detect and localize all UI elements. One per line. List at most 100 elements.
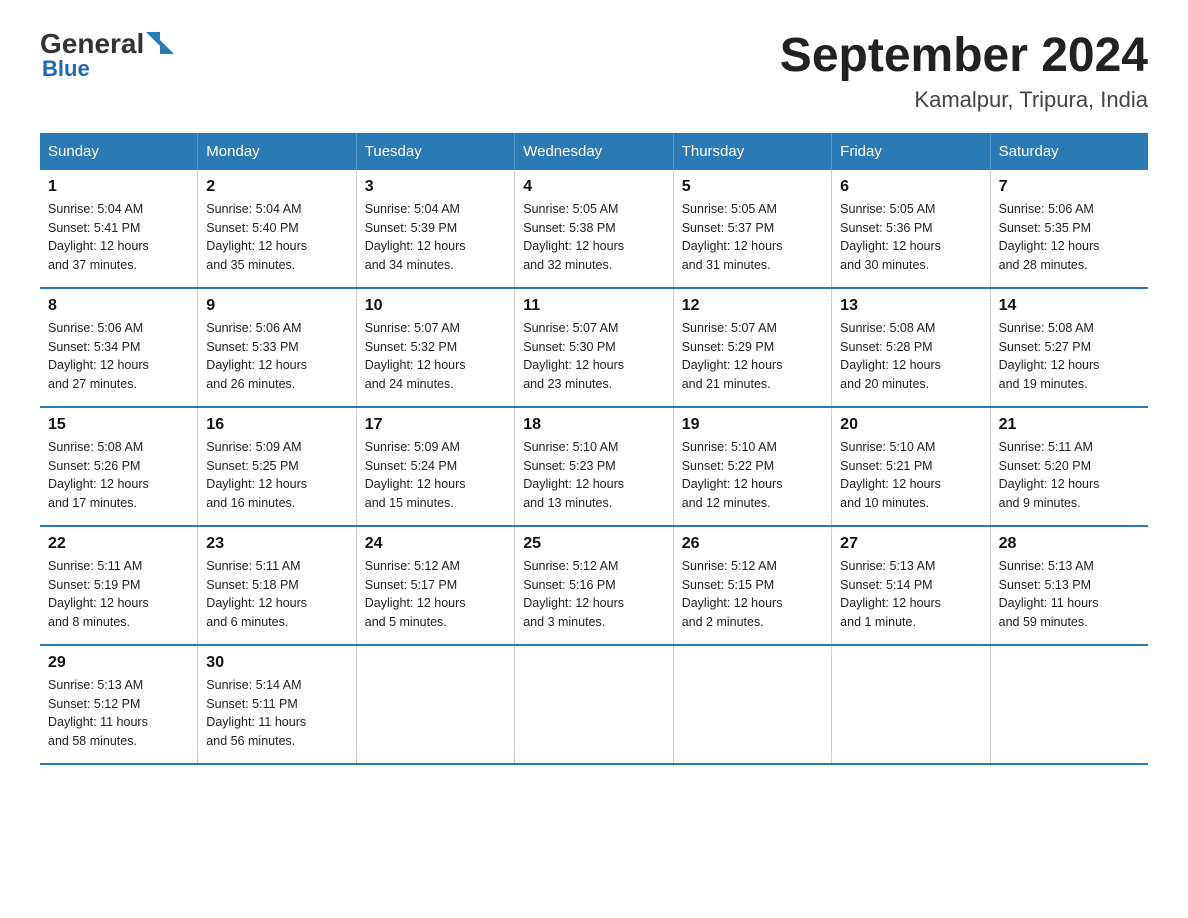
calendar-cell: 16 Sunrise: 5:09 AMSunset: 5:25 PMDaylig… bbox=[198, 407, 356, 526]
calendar-cell: 8 Sunrise: 5:06 AMSunset: 5:34 PMDayligh… bbox=[40, 288, 198, 407]
logo-triangle2-icon bbox=[160, 40, 174, 54]
calendar-header-row: SundayMondayTuesdayWednesdayThursdayFrid… bbox=[40, 133, 1148, 170]
day-info: Sunrise: 5:13 AMSunset: 5:14 PMDaylight:… bbox=[840, 557, 981, 632]
calendar-week-row: 15 Sunrise: 5:08 AMSunset: 5:26 PMDaylig… bbox=[40, 407, 1148, 526]
day-number: 19 bbox=[682, 416, 823, 434]
day-info: Sunrise: 5:11 AMSunset: 5:20 PMDaylight:… bbox=[999, 438, 1140, 513]
day-number: 7 bbox=[999, 178, 1140, 196]
day-info: Sunrise: 5:04 AMSunset: 5:39 PMDaylight:… bbox=[365, 200, 506, 275]
calendar-cell: 22 Sunrise: 5:11 AMSunset: 5:19 PMDaylig… bbox=[40, 526, 198, 645]
calendar-cell: 19 Sunrise: 5:10 AMSunset: 5:22 PMDaylig… bbox=[673, 407, 831, 526]
day-number: 24 bbox=[365, 535, 506, 553]
day-info: Sunrise: 5:06 AMSunset: 5:35 PMDaylight:… bbox=[999, 200, 1140, 275]
day-info: Sunrise: 5:12 AMSunset: 5:15 PMDaylight:… bbox=[682, 557, 823, 632]
calendar-cell: 21 Sunrise: 5:11 AMSunset: 5:20 PMDaylig… bbox=[990, 407, 1148, 526]
day-number: 9 bbox=[206, 297, 347, 315]
weekday-header-saturday: Saturday bbox=[990, 133, 1148, 170]
day-info: Sunrise: 5:09 AMSunset: 5:24 PMDaylight:… bbox=[365, 438, 506, 513]
page-header: General Blue September 2024 Kamalpur, Tr… bbox=[40, 30, 1148, 113]
day-number: 23 bbox=[206, 535, 347, 553]
day-number: 10 bbox=[365, 297, 506, 315]
calendar-cell: 11 Sunrise: 5:07 AMSunset: 5:30 PMDaylig… bbox=[515, 288, 673, 407]
calendar-cell bbox=[356, 645, 514, 764]
calendar-cell: 2 Sunrise: 5:04 AMSunset: 5:40 PMDayligh… bbox=[198, 170, 356, 288]
day-number: 12 bbox=[682, 297, 823, 315]
day-number: 4 bbox=[523, 178, 664, 196]
day-info: Sunrise: 5:05 AMSunset: 5:38 PMDaylight:… bbox=[523, 200, 664, 275]
calendar-cell: 4 Sunrise: 5:05 AMSunset: 5:38 PMDayligh… bbox=[515, 170, 673, 288]
calendar-cell bbox=[673, 645, 831, 764]
calendar-cell: 3 Sunrise: 5:04 AMSunset: 5:39 PMDayligh… bbox=[356, 170, 514, 288]
calendar-table: SundayMondayTuesdayWednesdayThursdayFrid… bbox=[40, 133, 1148, 765]
day-info: Sunrise: 5:07 AMSunset: 5:30 PMDaylight:… bbox=[523, 319, 664, 394]
calendar-cell: 14 Sunrise: 5:08 AMSunset: 5:27 PMDaylig… bbox=[990, 288, 1148, 407]
calendar-cell: 20 Sunrise: 5:10 AMSunset: 5:21 PMDaylig… bbox=[832, 407, 990, 526]
calendar-cell: 5 Sunrise: 5:05 AMSunset: 5:37 PMDayligh… bbox=[673, 170, 831, 288]
day-number: 3 bbox=[365, 178, 506, 196]
day-info: Sunrise: 5:07 AMSunset: 5:32 PMDaylight:… bbox=[365, 319, 506, 394]
day-info: Sunrise: 5:11 AMSunset: 5:18 PMDaylight:… bbox=[206, 557, 347, 632]
day-info: Sunrise: 5:04 AMSunset: 5:40 PMDaylight:… bbox=[206, 200, 347, 275]
day-number: 2 bbox=[206, 178, 347, 196]
calendar-cell: 12 Sunrise: 5:07 AMSunset: 5:29 PMDaylig… bbox=[673, 288, 831, 407]
day-info: Sunrise: 5:04 AMSunset: 5:41 PMDaylight:… bbox=[48, 200, 189, 275]
calendar-cell: 13 Sunrise: 5:08 AMSunset: 5:28 PMDaylig… bbox=[832, 288, 990, 407]
day-number: 28 bbox=[999, 535, 1140, 553]
calendar-cell: 1 Sunrise: 5:04 AMSunset: 5:41 PMDayligh… bbox=[40, 170, 198, 288]
calendar-cell: 27 Sunrise: 5:13 AMSunset: 5:14 PMDaylig… bbox=[832, 526, 990, 645]
weekday-header-sunday: Sunday bbox=[40, 133, 198, 170]
day-number: 11 bbox=[523, 297, 664, 315]
logo: General Blue bbox=[40, 30, 174, 82]
day-number: 26 bbox=[682, 535, 823, 553]
day-info: Sunrise: 5:08 AMSunset: 5:27 PMDaylight:… bbox=[999, 319, 1140, 394]
calendar-cell: 17 Sunrise: 5:09 AMSunset: 5:24 PMDaylig… bbox=[356, 407, 514, 526]
day-info: Sunrise: 5:07 AMSunset: 5:29 PMDaylight:… bbox=[682, 319, 823, 394]
weekday-header-thursday: Thursday bbox=[673, 133, 831, 170]
calendar-cell: 24 Sunrise: 5:12 AMSunset: 5:17 PMDaylig… bbox=[356, 526, 514, 645]
calendar-cell: 28 Sunrise: 5:13 AMSunset: 5:13 PMDaylig… bbox=[990, 526, 1148, 645]
day-number: 30 bbox=[206, 654, 347, 672]
day-number: 27 bbox=[840, 535, 981, 553]
calendar-week-row: 1 Sunrise: 5:04 AMSunset: 5:41 PMDayligh… bbox=[40, 170, 1148, 288]
day-number: 13 bbox=[840, 297, 981, 315]
calendar-title: September 2024 bbox=[780, 30, 1148, 83]
day-number: 20 bbox=[840, 416, 981, 434]
day-info: Sunrise: 5:13 AMSunset: 5:13 PMDaylight:… bbox=[999, 557, 1140, 632]
day-number: 5 bbox=[682, 178, 823, 196]
day-info: Sunrise: 5:06 AMSunset: 5:33 PMDaylight:… bbox=[206, 319, 347, 394]
calendar-cell: 25 Sunrise: 5:12 AMSunset: 5:16 PMDaylig… bbox=[515, 526, 673, 645]
day-number: 6 bbox=[840, 178, 981, 196]
day-number: 16 bbox=[206, 416, 347, 434]
calendar-cell: 7 Sunrise: 5:06 AMSunset: 5:35 PMDayligh… bbox=[990, 170, 1148, 288]
day-number: 18 bbox=[523, 416, 664, 434]
day-info: Sunrise: 5:13 AMSunset: 5:12 PMDaylight:… bbox=[48, 676, 189, 751]
calendar-cell: 18 Sunrise: 5:10 AMSunset: 5:23 PMDaylig… bbox=[515, 407, 673, 526]
day-number: 21 bbox=[999, 416, 1140, 434]
weekday-header-wednesday: Wednesday bbox=[515, 133, 673, 170]
day-info: Sunrise: 5:08 AMSunset: 5:26 PMDaylight:… bbox=[48, 438, 189, 513]
calendar-cell: 30 Sunrise: 5:14 AMSunset: 5:11 PMDaylig… bbox=[198, 645, 356, 764]
day-info: Sunrise: 5:12 AMSunset: 5:17 PMDaylight:… bbox=[365, 557, 506, 632]
calendar-cell: 29 Sunrise: 5:13 AMSunset: 5:12 PMDaylig… bbox=[40, 645, 198, 764]
day-info: Sunrise: 5:05 AMSunset: 5:37 PMDaylight:… bbox=[682, 200, 823, 275]
day-info: Sunrise: 5:12 AMSunset: 5:16 PMDaylight:… bbox=[523, 557, 664, 632]
calendar-cell bbox=[990, 645, 1148, 764]
calendar-cell: 23 Sunrise: 5:11 AMSunset: 5:18 PMDaylig… bbox=[198, 526, 356, 645]
day-number: 8 bbox=[48, 297, 189, 315]
day-info: Sunrise: 5:11 AMSunset: 5:19 PMDaylight:… bbox=[48, 557, 189, 632]
day-info: Sunrise: 5:06 AMSunset: 5:34 PMDaylight:… bbox=[48, 319, 189, 394]
day-info: Sunrise: 5:05 AMSunset: 5:36 PMDaylight:… bbox=[840, 200, 981, 275]
day-number: 22 bbox=[48, 535, 189, 553]
day-info: Sunrise: 5:10 AMSunset: 5:22 PMDaylight:… bbox=[682, 438, 823, 513]
calendar-subtitle: Kamalpur, Tripura, India bbox=[780, 87, 1148, 113]
calendar-cell: 10 Sunrise: 5:07 AMSunset: 5:32 PMDaylig… bbox=[356, 288, 514, 407]
calendar-week-row: 8 Sunrise: 5:06 AMSunset: 5:34 PMDayligh… bbox=[40, 288, 1148, 407]
day-number: 14 bbox=[999, 297, 1140, 315]
day-info: Sunrise: 5:14 AMSunset: 5:11 PMDaylight:… bbox=[206, 676, 347, 751]
calendar-cell: 15 Sunrise: 5:08 AMSunset: 5:26 PMDaylig… bbox=[40, 407, 198, 526]
day-info: Sunrise: 5:10 AMSunset: 5:21 PMDaylight:… bbox=[840, 438, 981, 513]
calendar-cell: 26 Sunrise: 5:12 AMSunset: 5:15 PMDaylig… bbox=[673, 526, 831, 645]
calendar-title-block: September 2024 Kamalpur, Tripura, India bbox=[780, 30, 1148, 113]
day-number: 15 bbox=[48, 416, 189, 434]
calendar-cell bbox=[832, 645, 990, 764]
